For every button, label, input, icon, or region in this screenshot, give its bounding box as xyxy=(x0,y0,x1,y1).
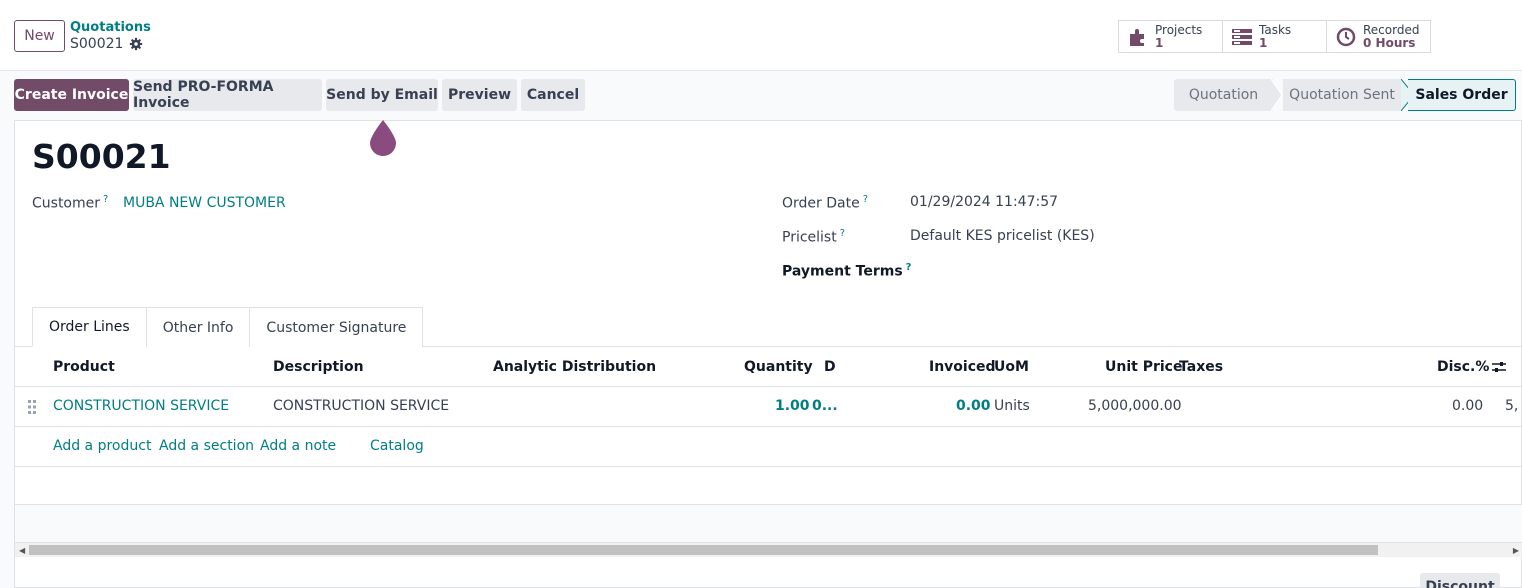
optional-columns-icon[interactable] xyxy=(1491,359,1507,375)
cell-invoiced[interactable]: 0.00 xyxy=(956,398,991,414)
col-uom[interactable]: UoM xyxy=(994,359,1029,375)
puzzle-icon xyxy=(1130,28,1144,46)
tasks-count: 1 xyxy=(1259,35,1268,50)
pricelist-field[interactable]: Default KES pricelist (KES) xyxy=(910,228,1095,244)
scroll-right-icon[interactable]: ▶ xyxy=(1513,546,1519,555)
drop-cursor-icon xyxy=(370,120,396,156)
cell-delivered[interactable]: 0... xyxy=(812,398,838,414)
cancel-button[interactable]: Cancel xyxy=(521,79,585,111)
cell-quantity[interactable]: 1.00 xyxy=(775,398,810,414)
status-quotation[interactable]: Quotation xyxy=(1174,79,1273,111)
help-icon[interactable]: ? xyxy=(840,228,845,239)
tab-other-info[interactable]: Other Info xyxy=(145,307,251,347)
col-delivered[interactable]: D xyxy=(824,359,836,375)
notebook-tabs: Order Lines Other Info Customer Signatur… xyxy=(32,307,424,347)
pricelist-label: Pricelist? xyxy=(782,228,846,246)
projects-label: Projects xyxy=(1155,22,1203,37)
cell-uom[interactable]: Units xyxy=(994,398,1030,414)
catalog-link[interactable]: Catalog xyxy=(370,438,424,454)
customer-field[interactable]: MUBA NEW CUSTOMER xyxy=(123,195,286,211)
col-description[interactable]: Description xyxy=(273,359,364,375)
col-quantity[interactable]: Quantity xyxy=(744,359,813,375)
cell-description[interactable]: CONSTRUCTION SERVICE xyxy=(273,398,449,414)
drag-handle-icon[interactable] xyxy=(27,399,37,415)
payment-terms-label: Payment Terms? xyxy=(782,262,912,280)
breadcrumb-current-label: S00021 xyxy=(70,36,124,52)
recorded-label: Recorded xyxy=(1363,22,1420,37)
help-icon[interactable]: ? xyxy=(863,194,868,205)
clock-icon xyxy=(1336,27,1356,46)
status-sales-order[interactable]: Sales Order xyxy=(1408,79,1516,111)
scrollbar-thumb[interactable] xyxy=(29,545,1378,555)
tab-order-lines[interactable]: Order Lines xyxy=(32,307,147,347)
help-icon[interactable]: ? xyxy=(906,262,912,273)
tasks-icon xyxy=(1232,28,1252,45)
col-analytic[interactable]: Analytic Distribution xyxy=(493,359,656,375)
col-invoiced[interactable]: Invoiced xyxy=(929,359,996,375)
order-date-field[interactable]: 01/29/2024 11:47:57 xyxy=(910,194,1058,210)
empty-row xyxy=(15,505,1522,543)
projects-count: 1 xyxy=(1155,35,1164,50)
discount-button[interactable]: Discount xyxy=(1420,573,1500,588)
cell-subtotal: 5, xyxy=(1505,398,1519,414)
order-date-label: Order Date? xyxy=(782,194,869,212)
record-title: S00021 xyxy=(32,137,171,176)
create-invoice-button[interactable]: Create Invoice xyxy=(14,79,129,111)
new-button[interactable]: New xyxy=(14,20,65,52)
gear-icon[interactable] xyxy=(129,37,143,51)
col-product[interactable]: Product xyxy=(53,359,115,375)
tasks-smart-button[interactable]: Tasks 1 xyxy=(1222,20,1327,53)
add-line-row: Add a product Add a section Add a note C… xyxy=(15,427,1522,467)
table-row[interactable]: CONSTRUCTION SERVICE CONSTRUCTION SERVIC… xyxy=(15,387,1522,427)
customer-label: Customer? xyxy=(32,194,109,212)
breadcrumb-quotations[interactable]: Quotations xyxy=(70,20,151,35)
form-sheet: S00021 Customer? MUBA NEW CUSTOMER Order… xyxy=(14,120,1522,588)
control-panel: New Quotations S00021 Projects 1 Tasks 1… xyxy=(0,0,1522,71)
help-icon[interactable]: ? xyxy=(103,194,108,205)
send-by-email-button[interactable]: Send by Email xyxy=(326,79,438,111)
scroll-left-icon[interactable]: ◀ xyxy=(19,546,25,555)
add-section-link[interactable]: Add a section xyxy=(159,438,254,454)
breadcrumb-current: S00021 xyxy=(70,36,143,52)
col-taxes[interactable]: Taxes xyxy=(1179,359,1223,375)
cell-unit-price[interactable]: 5,000,000.00 xyxy=(1088,398,1182,414)
status-quotation-sent[interactable]: Quotation Sent xyxy=(1283,79,1401,111)
empty-row xyxy=(15,467,1522,505)
send-proforma-button[interactable]: Send PRO-FORMA Invoice xyxy=(133,79,322,111)
recorded-value: 0 Hours xyxy=(1363,35,1416,50)
add-note-link[interactable]: Add a note xyxy=(260,438,336,454)
recorded-smart-button[interactable]: Recorded 0 Hours xyxy=(1326,20,1431,53)
horizontal-scrollbar[interactable]: ◀ ▶ xyxy=(15,543,1522,557)
tab-customer-signature[interactable]: Customer Signature xyxy=(249,307,424,347)
add-product-link[interactable]: Add a product xyxy=(53,438,151,454)
preview-button[interactable]: Preview xyxy=(442,79,517,111)
cell-disc[interactable]: 0.00 xyxy=(1452,398,1483,414)
tasks-label: Tasks xyxy=(1259,22,1292,37)
table-header: Product Description Analytic Distributio… xyxy=(15,347,1522,387)
cell-product[interactable]: CONSTRUCTION SERVICE xyxy=(53,398,229,414)
projects-smart-button[interactable]: Projects 1 xyxy=(1118,20,1223,53)
col-unit-price[interactable]: Unit Price xyxy=(1105,359,1182,375)
status-separator xyxy=(1271,79,1283,111)
col-disc[interactable]: Disc.% xyxy=(1437,359,1489,375)
